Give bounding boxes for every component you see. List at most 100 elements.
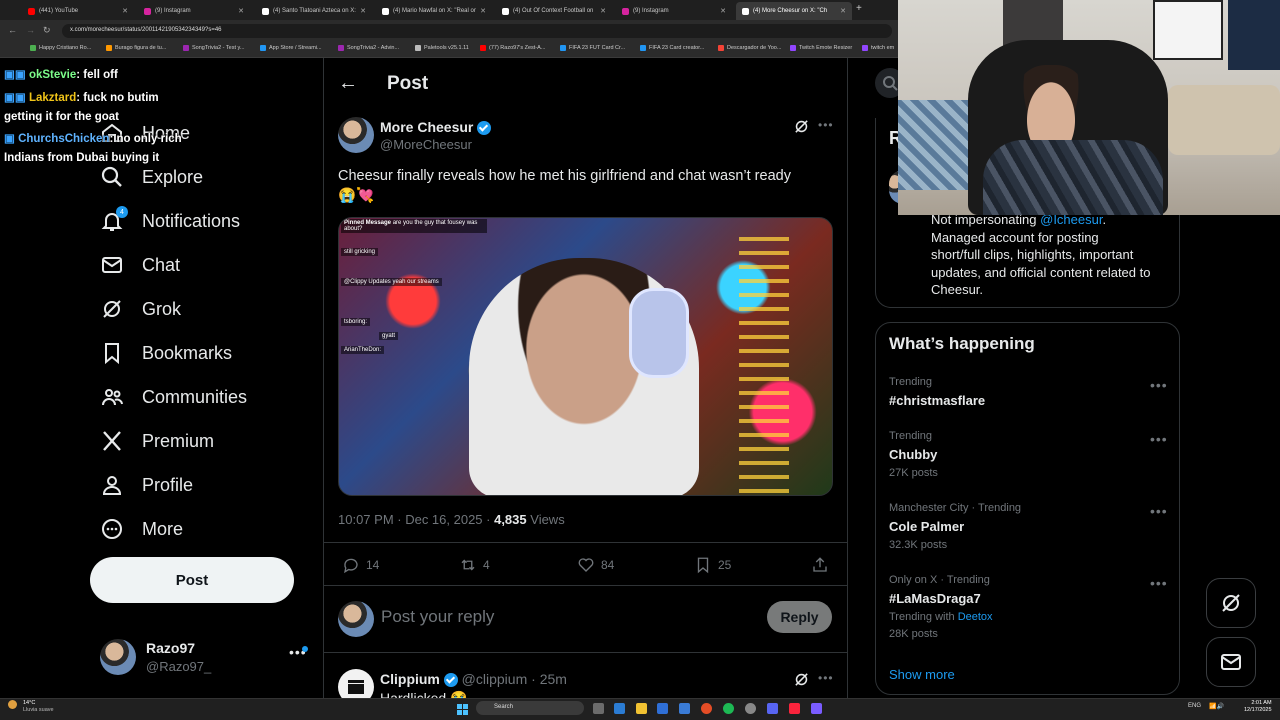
- trend-more-icon[interactable]: •••: [1150, 575, 1168, 591]
- reply-input[interactable]: Post your reply: [381, 607, 494, 627]
- weather-icon[interactable]: [8, 700, 17, 709]
- account-handle: @Razo97_: [146, 659, 212, 674]
- search-icon: [101, 166, 122, 187]
- reply-action[interactable]: 14: [342, 556, 379, 574]
- trend-meta: Trending: [889, 376, 933, 388]
- store-icon[interactable]: [657, 703, 668, 714]
- url-input[interactable]: x.com/morecheesur/status/200114219053423…: [62, 24, 892, 38]
- nav-profile[interactable]: Profile: [100, 465, 193, 505]
- mail-icon[interactable]: [679, 703, 690, 714]
- bookmark-item[interactable]: FIFA 23 FUT Card Cr...: [560, 45, 625, 51]
- trend-more-icon[interactable]: •••: [1150, 503, 1168, 519]
- nav-bookmarks[interactable]: Bookmarks: [100, 333, 232, 373]
- nav-chat[interactable]: Chat: [100, 245, 180, 285]
- tray-icons[interactable]: 📶🔊: [1209, 703, 1239, 712]
- music-icon[interactable]: [789, 703, 800, 714]
- chrome-icon[interactable]: [701, 703, 712, 714]
- account-avatar[interactable]: [100, 639, 136, 675]
- bookmark-item[interactable]: Descargador de Yoo...: [718, 45, 781, 51]
- streamer-face: [1016, 65, 1086, 150]
- envelope-icon: [1221, 654, 1241, 670]
- forward-icon[interactable]: →: [26, 25, 35, 35]
- taskbar-search-input[interactable]: Search: [476, 701, 584, 715]
- post-timestamp[interactable]: 10:07 PM · Dec 16, 2025 ·: [338, 512, 494, 527]
- messages-floating-button[interactable]: [1206, 637, 1256, 687]
- language-indicator[interactable]: ENG: [1188, 703, 1201, 709]
- reply-author-row[interactable]: Clippium @clippium · 25m: [380, 671, 567, 688]
- trend-with-link[interactable]: Deetox: [958, 611, 993, 623]
- trend-item[interactable]: #christmasflare: [889, 393, 985, 408]
- new-tab-icon[interactable]: +: [856, 3, 862, 14]
- trend-with: Trending with Deetox: [889, 611, 993, 623]
- post-video[interactable]: Pinned Message are you the guy that fous…: [338, 217, 833, 496]
- spotify-icon[interactable]: [723, 703, 734, 714]
- close-tab-icon[interactable]: ✕: [840, 7, 846, 15]
- grok-floating-button[interactable]: [1206, 578, 1256, 628]
- bookmark-item[interactable]: FIFA 23 Card creator...: [640, 45, 704, 51]
- grok-icon[interactable]: [793, 118, 810, 135]
- author-handle[interactable]: @MoreCheesur: [380, 137, 472, 152]
- author-name-row[interactable]: More Cheesur: [380, 119, 492, 136]
- more-options-icon[interactable]: •••: [818, 671, 834, 685]
- trend-meta: Manchester City · Trending: [889, 502, 1022, 514]
- show-more-link[interactable]: Show more: [889, 667, 955, 682]
- folder-icon[interactable]: [636, 703, 647, 714]
- trend-more-icon[interactable]: •••: [1150, 377, 1168, 393]
- post-button[interactable]: Post: [90, 557, 294, 603]
- browser-tab[interactable]: (9) Instagram ✕: [616, 2, 732, 20]
- discord-icon[interactable]: [767, 703, 778, 714]
- bookmark-label: (77) Razo97's Zest-A...: [489, 45, 546, 51]
- browser-tab[interactable]: (441) YouTube ✕: [22, 2, 134, 20]
- browser-tab[interactable]: (9) Instagram ✕: [138, 2, 250, 20]
- app-icon[interactable]: [811, 703, 822, 714]
- bookmark-item[interactable]: Burago figura de tu...: [106, 45, 166, 51]
- trend-item[interactable]: #LaMasDraga7: [889, 591, 981, 606]
- bookmark-item[interactable]: Paletools v25.1.11: [415, 45, 469, 51]
- webcam-overlay: [898, 0, 1280, 215]
- weather-widget[interactable]: 14°C Lluvia suave: [23, 700, 54, 714]
- obs-icon[interactable]: [745, 703, 756, 714]
- more-options-icon[interactable]: •••: [818, 118, 834, 132]
- bookmark-item[interactable]: SongTrivia2 - Advin...: [338, 45, 399, 51]
- windows-start-icon[interactable]: [457, 702, 468, 715]
- nav-premium[interactable]: Premium: [100, 421, 214, 461]
- close-tab-icon[interactable]: ✕: [600, 7, 606, 15]
- browser-tab[interactable]: (4) Out Of Context Football on ✕: [496, 2, 612, 20]
- close-tab-icon[interactable]: ✕: [238, 7, 244, 15]
- close-tab-icon[interactable]: ✕: [720, 7, 726, 15]
- bookmark-item[interactable]: Twitch Emote Resizer: [790, 45, 852, 51]
- reload-icon[interactable]: ↻: [43, 25, 51, 36]
- bookmark-item[interactable]: SongTrivia2 - Test y...: [183, 45, 244, 51]
- share-action[interactable]: [811, 556, 829, 574]
- browser-tab-active[interactable]: (4) More Cheesur on X: "Ch ✕: [736, 2, 852, 20]
- clock[interactable]: 2:01 AM 12/17/2025: [1244, 700, 1272, 714]
- chat-text: : fell off: [76, 69, 118, 81]
- trend-item[interactable]: Cole Palmer: [889, 519, 964, 534]
- back-icon[interactable]: ←: [8, 25, 17, 35]
- reply-button[interactable]: Reply: [767, 601, 832, 633]
- like-action[interactable]: 84: [577, 556, 614, 574]
- nav-grok[interactable]: Grok: [100, 289, 181, 329]
- back-arrow-icon[interactable]: ←: [338, 72, 358, 95]
- nav-more[interactable]: More: [100, 509, 183, 549]
- author-avatar[interactable]: [338, 117, 374, 153]
- close-tab-icon[interactable]: ✕: [122, 7, 128, 15]
- bookmark-item[interactable]: App Store / Streami...: [260, 45, 322, 51]
- bookmark-action[interactable]: 25: [694, 556, 731, 574]
- bookmark-item[interactable]: twitch em: [862, 45, 894, 51]
- bookmark-icon: [862, 45, 868, 51]
- repost-action[interactable]: 4: [459, 556, 490, 574]
- trend-item[interactable]: Chubby: [889, 447, 937, 462]
- grok-icon[interactable]: [793, 671, 810, 688]
- bookmark-item[interactable]: (77) Razo97's Zest-A...: [480, 45, 545, 51]
- nav-communities[interactable]: Communities: [100, 377, 247, 417]
- edge-icon[interactable]: [614, 703, 625, 714]
- trend-more-icon[interactable]: •••: [1150, 431, 1168, 447]
- browser-tab[interactable]: (4) Santo Tlatoani Azteca on X: ✕: [256, 2, 372, 20]
- close-tab-icon[interactable]: ✕: [360, 7, 366, 15]
- grok-icon: [1222, 594, 1240, 612]
- close-tab-icon[interactable]: ✕: [480, 7, 486, 15]
- task-view-icon[interactable]: [593, 703, 604, 714]
- browser-tab[interactable]: (4) Mario Nawfal on X: "Real or ✕: [376, 2, 492, 20]
- bookmark-item[interactable]: Happy Cristiano Ro...: [30, 45, 91, 51]
